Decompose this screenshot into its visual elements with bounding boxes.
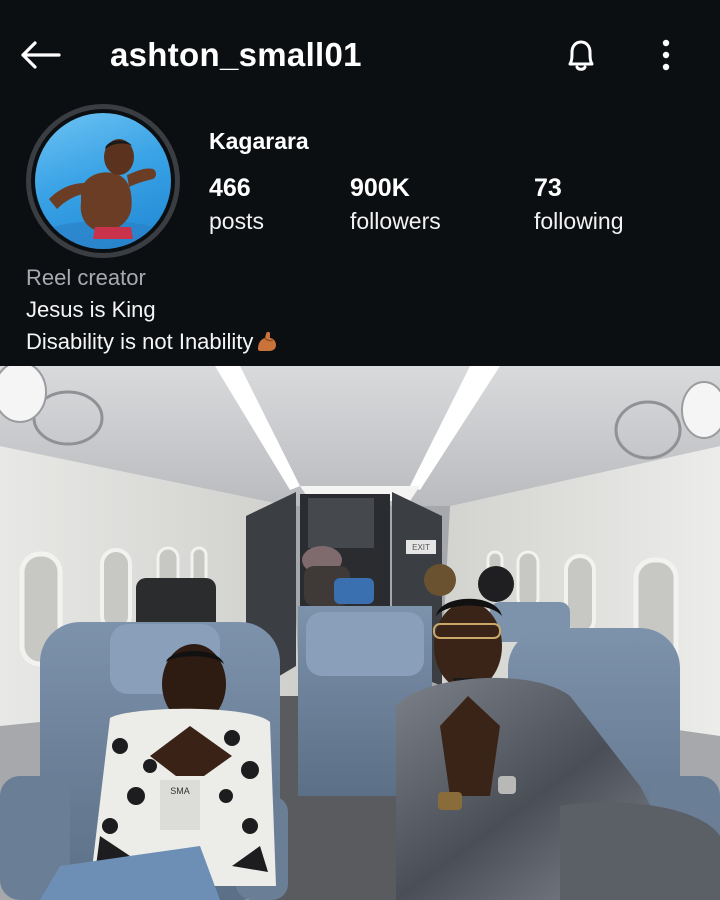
bell-icon bbox=[568, 40, 594, 71]
bio-line-1: Jesus is King bbox=[26, 297, 156, 322]
following-stat[interactable]: 73 following bbox=[534, 172, 624, 238]
profile-bio: Reel creator Jesus is King Disability is… bbox=[26, 262, 279, 358]
more-vertical-icon bbox=[662, 39, 670, 71]
avatar-photo bbox=[35, 139, 171, 249]
avatar-image bbox=[35, 113, 171, 249]
posts-label: posts bbox=[209, 208, 264, 234]
flexed-biceps-icon bbox=[258, 331, 277, 351]
followers-stat[interactable]: 900K followers bbox=[350, 172, 441, 238]
followers-count: 900K bbox=[350, 174, 410, 202]
followers-label: followers bbox=[350, 208, 441, 234]
more-options-button[interactable] bbox=[644, 30, 688, 80]
profile-display-name: Kagarara bbox=[209, 128, 309, 154]
posts-count: 466 bbox=[209, 174, 251, 202]
posts-stat[interactable]: 466 posts bbox=[209, 172, 264, 238]
post-photo[interactable]: EXIT SMA bbox=[0, 366, 720, 900]
back-button[interactable] bbox=[14, 32, 66, 78]
profile-username: ashton_small01 bbox=[110, 36, 362, 73]
bio-category: Reel creator bbox=[26, 265, 146, 290]
profile-avatar[interactable] bbox=[26, 104, 180, 258]
bio-line-2: Disability is not Inability bbox=[26, 326, 279, 358]
jet-cabin-illustration: EXIT SMA bbox=[0, 366, 720, 900]
following-count: 73 bbox=[534, 174, 562, 202]
exit-sign: EXIT bbox=[412, 543, 430, 552]
top-bar: ashton_small01 bbox=[0, 0, 720, 110]
arrow-left-icon bbox=[21, 41, 61, 69]
shirt-print: SMA bbox=[170, 786, 190, 796]
bio-line-2-text: Disability is not Inability bbox=[26, 329, 254, 354]
notifications-button[interactable] bbox=[556, 30, 606, 80]
following-label: following bbox=[534, 208, 624, 234]
